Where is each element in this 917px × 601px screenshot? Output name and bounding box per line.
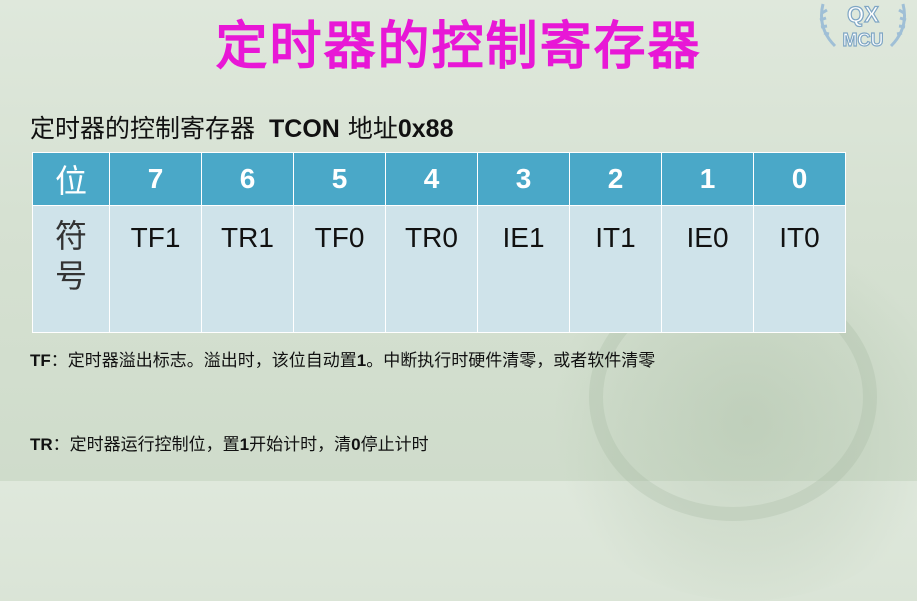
symbol-label-line2: 号 (54, 257, 87, 295)
tcon-register-table: 位 7 6 5 4 3 2 1 0 符 号 TF1 TR1 TF0 TR0 IE… (32, 152, 846, 333)
address-label: 地址 (347, 114, 398, 143)
bit-7: 7 (109, 152, 202, 206)
bit-2: 2 (569, 152, 662, 206)
bit-5: 5 (293, 152, 386, 206)
subtitle-cn: 定时器的控制寄存器 (30, 114, 256, 143)
symbol-tr1: TR1 (201, 205, 294, 333)
symbol-tf1: TF1 (109, 205, 202, 333)
symbol-tr0: TR0 (385, 205, 478, 333)
symbol-row-label: 符 号 (32, 205, 110, 333)
tr-text: ：定时器运行控制位，置 (52, 435, 240, 455)
tf-description: TF：定时器溢出标志。溢出时，该位自动置1。中断执行时硬件清零，或者软件清零 (30, 346, 655, 371)
tf-term: TF (30, 351, 51, 370)
symbol-ie0: IE0 (661, 205, 754, 333)
symbol-row: 符 号 TF1 TR1 TF0 TR0 IE1 IT1 IE0 IT0 (32, 205, 846, 333)
tr-one: 1 (239, 435, 250, 454)
bit-3: 3 (477, 152, 570, 206)
address-value: 0x88 (397, 115, 454, 143)
tr-zero: 0 (351, 435, 361, 454)
symbol-it1: IT1 (569, 205, 662, 333)
bit-header-row: 位 7 6 5 4 3 2 1 0 (32, 152, 846, 206)
tr-rest: 停止计时 (360, 435, 429, 455)
tf-text: ：定时器溢出标志。溢出时，该位自动置 (50, 351, 357, 371)
bit-0: 0 (753, 152, 846, 206)
bit-header-label: 位 (32, 152, 110, 206)
symbol-ie1: IE1 (477, 205, 570, 333)
slide-title: 定时器的控制寄存器 (215, 16, 702, 77)
tr-description: TR：定时器运行控制位，置1开始计时，清0停止计时 (30, 430, 429, 455)
tf-rest: 。中断执行时硬件清零，或者软件清零 (366, 351, 656, 371)
register-name: TCON (269, 115, 340, 143)
tf-one: 1 (356, 351, 367, 370)
symbol-it0: IT0 (753, 205, 846, 333)
symbol-tf0: TF0 (293, 205, 386, 333)
bit-1: 1 (661, 152, 754, 206)
subtitle: 定时器的控制寄存器 TCON 地址0x88 (30, 109, 453, 145)
tr-mid: 开始计时，清 (249, 435, 352, 455)
bit-6: 6 (201, 152, 294, 206)
symbol-label-line1: 符 (54, 217, 87, 255)
tr-term: TR (30, 435, 53, 454)
bit-4: 4 (385, 152, 478, 206)
